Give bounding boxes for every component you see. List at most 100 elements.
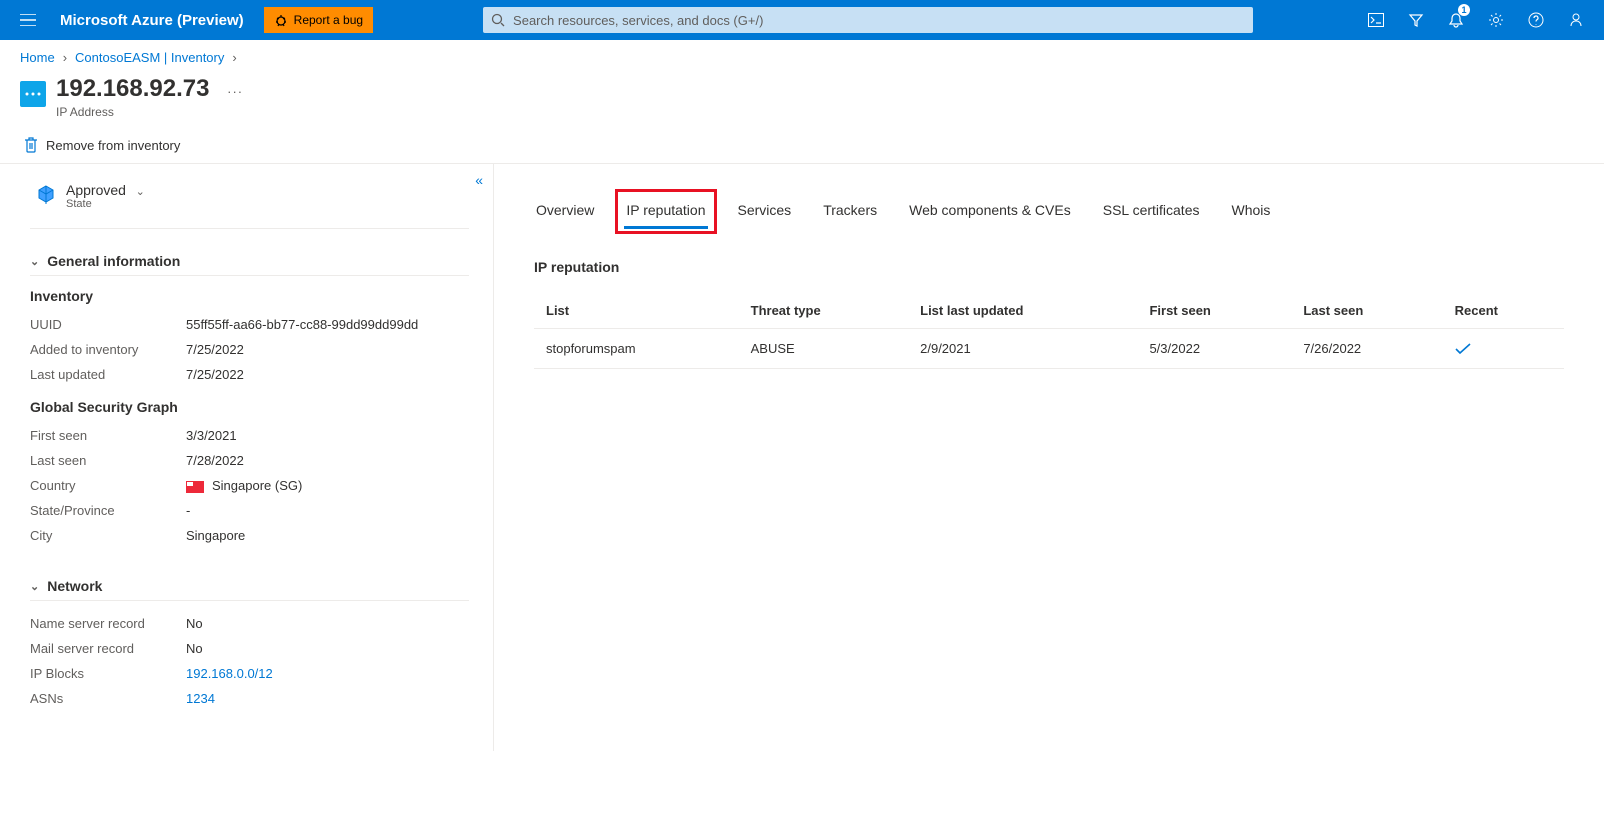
breadcrumb-sep: › [63, 50, 67, 65]
column-header[interactable]: Threat type [739, 293, 908, 329]
kv-value: - [186, 503, 469, 518]
kv-row: Mail server recordNo [30, 636, 469, 661]
search-box[interactable] [483, 7, 1253, 33]
tab-trackers[interactable]: Trackers [821, 194, 879, 229]
gsg-heading: Global Security Graph [30, 399, 469, 415]
kv-row: Last updated7/25/2022 [30, 362, 469, 387]
page-header: 192.168.92.73 ··· IP Address [0, 71, 1604, 131]
ip-address-icon [20, 81, 46, 107]
kv-value: 7/25/2022 [186, 367, 469, 382]
chevron-down-icon: ⌄ [30, 255, 39, 268]
search-icon [491, 13, 505, 27]
notification-badge: 1 [1458, 4, 1470, 16]
flag-icon [186, 481, 204, 493]
notifications-icon[interactable]: 1 [1436, 0, 1476, 40]
collapse-panel-icon[interactable]: « [475, 172, 483, 188]
ip-reputation-table: ListThreat typeList last updatedFirst se… [534, 293, 1564, 369]
section-general-toggle[interactable]: ⌄ General information [30, 247, 469, 276]
kv-key: ASNs [30, 691, 186, 706]
kv-key: State/Province [30, 503, 186, 518]
kv-row: State/Province- [30, 498, 469, 523]
kv-row: IP Blocks192.168.0.0/12 [30, 661, 469, 686]
column-header[interactable]: First seen [1137, 293, 1291, 329]
state-selector[interactable]: Approved ⌄ [66, 182, 145, 198]
settings-icon[interactable] [1476, 0, 1516, 40]
tab-ssl-certificates[interactable]: SSL certificates [1101, 194, 1202, 229]
kv-key: City [30, 528, 186, 543]
page-title: 192.168.92.73 [56, 75, 209, 103]
table-cell: 2/9/2021 [908, 329, 1137, 369]
side-panel: « Approved ⌄ State ⌄ General information… [0, 164, 494, 751]
trash-icon [24, 137, 38, 153]
tab-whois[interactable]: Whois [1229, 194, 1272, 229]
kv-row: First seen3/3/2021 [30, 423, 469, 448]
kv-row: Added to inventory7/25/2022 [30, 337, 469, 362]
tabs: OverviewIP reputationServicesTrackersWeb… [534, 194, 1564, 229]
help-icon[interactable] [1516, 0, 1556, 40]
section-network-toggle[interactable]: ⌄ Network [30, 572, 469, 601]
kv-row: ASNs1234 [30, 686, 469, 711]
kv-value[interactable]: 192.168.0.0/12 [186, 666, 469, 681]
kv-key: Mail server record [30, 641, 186, 656]
breadcrumb: Home › ContosoEASM | Inventory › [0, 40, 1604, 71]
kv-value: 7/25/2022 [186, 342, 469, 357]
kv-value: Singapore (SG) [186, 478, 469, 493]
search-input[interactable] [513, 13, 1245, 28]
content: « Approved ⌄ State ⌄ General information… [0, 164, 1604, 751]
filter-icon[interactable] [1396, 0, 1436, 40]
brand-label: Microsoft Azure (Preview) [60, 12, 244, 29]
column-header[interactable]: Recent [1443, 293, 1564, 329]
breadcrumb-inventory[interactable]: ContosoEASM | Inventory [75, 50, 224, 65]
inventory-heading: Inventory [30, 288, 469, 304]
chevron-down-icon: ⌄ [136, 186, 145, 198]
kv-value: 3/3/2021 [186, 428, 469, 443]
kv-value: 55ff55ff-aa66-bb77-cc88-99dd99dd99dd [186, 317, 469, 332]
table-row[interactable]: stopforumspamABUSE2/9/20215/3/20227/26/2… [534, 329, 1564, 369]
kv-row: CitySingapore [30, 523, 469, 548]
state-cube-icon [36, 184, 56, 204]
feedback-icon[interactable] [1556, 0, 1596, 40]
breadcrumb-home[interactable]: Home [20, 50, 55, 65]
kv-value: No [186, 616, 469, 631]
panel-title: IP reputation [534, 259, 1564, 275]
kv-key: First seen [30, 428, 186, 443]
column-header[interactable]: List last updated [908, 293, 1137, 329]
kv-value: 7/28/2022 [186, 453, 469, 468]
section-network-title: Network [47, 578, 102, 594]
table-cell: stopforumspam [534, 329, 739, 369]
column-header[interactable]: List [534, 293, 739, 329]
remove-label: Remove from inventory [46, 138, 180, 153]
recent-cell [1443, 329, 1564, 369]
table-cell: ABUSE [739, 329, 908, 369]
bug-icon [274, 13, 288, 27]
report-bug-button[interactable]: Report a bug [264, 7, 373, 33]
kv-row: Name server recordNo [30, 611, 469, 636]
kv-value: No [186, 641, 469, 656]
table-cell: 5/3/2022 [1137, 329, 1291, 369]
kv-row: Last seen7/28/2022 [30, 448, 469, 473]
state-label: Approved [66, 182, 126, 198]
cloud-shell-icon[interactable] [1356, 0, 1396, 40]
tab-web-components-cves[interactable]: Web components & CVEs [907, 194, 1073, 229]
kv-key: UUID [30, 317, 186, 332]
column-header[interactable]: Last seen [1291, 293, 1442, 329]
tab-services[interactable]: Services [736, 194, 794, 229]
kv-value[interactable]: 1234 [186, 691, 469, 706]
report-bug-label: Report a bug [294, 13, 363, 27]
check-icon [1455, 343, 1552, 355]
breadcrumb-sep: › [232, 50, 236, 65]
kv-key: IP Blocks [30, 666, 186, 681]
hamburger-menu-icon[interactable] [8, 0, 48, 40]
tab-ip-reputation[interactable]: IP reputation [615, 189, 716, 234]
state-sublabel: State [66, 198, 145, 210]
kv-value: Singapore [186, 528, 469, 543]
kv-key: Last seen [30, 453, 186, 468]
page-subtitle: IP Address [56, 105, 243, 119]
main-panel: Overview IP reputation Services Trackers Web… [494, 164, 1604, 751]
tab-overview[interactable]: Overview [534, 194, 596, 229]
remove-from-inventory-button[interactable]: Remove from inventory [24, 137, 180, 153]
more-actions-button[interactable]: ··· [227, 84, 243, 99]
table-cell: 7/26/2022 [1291, 329, 1442, 369]
chevron-down-icon: ⌄ [30, 580, 39, 593]
command-bar: Remove from inventory [0, 131, 1604, 164]
